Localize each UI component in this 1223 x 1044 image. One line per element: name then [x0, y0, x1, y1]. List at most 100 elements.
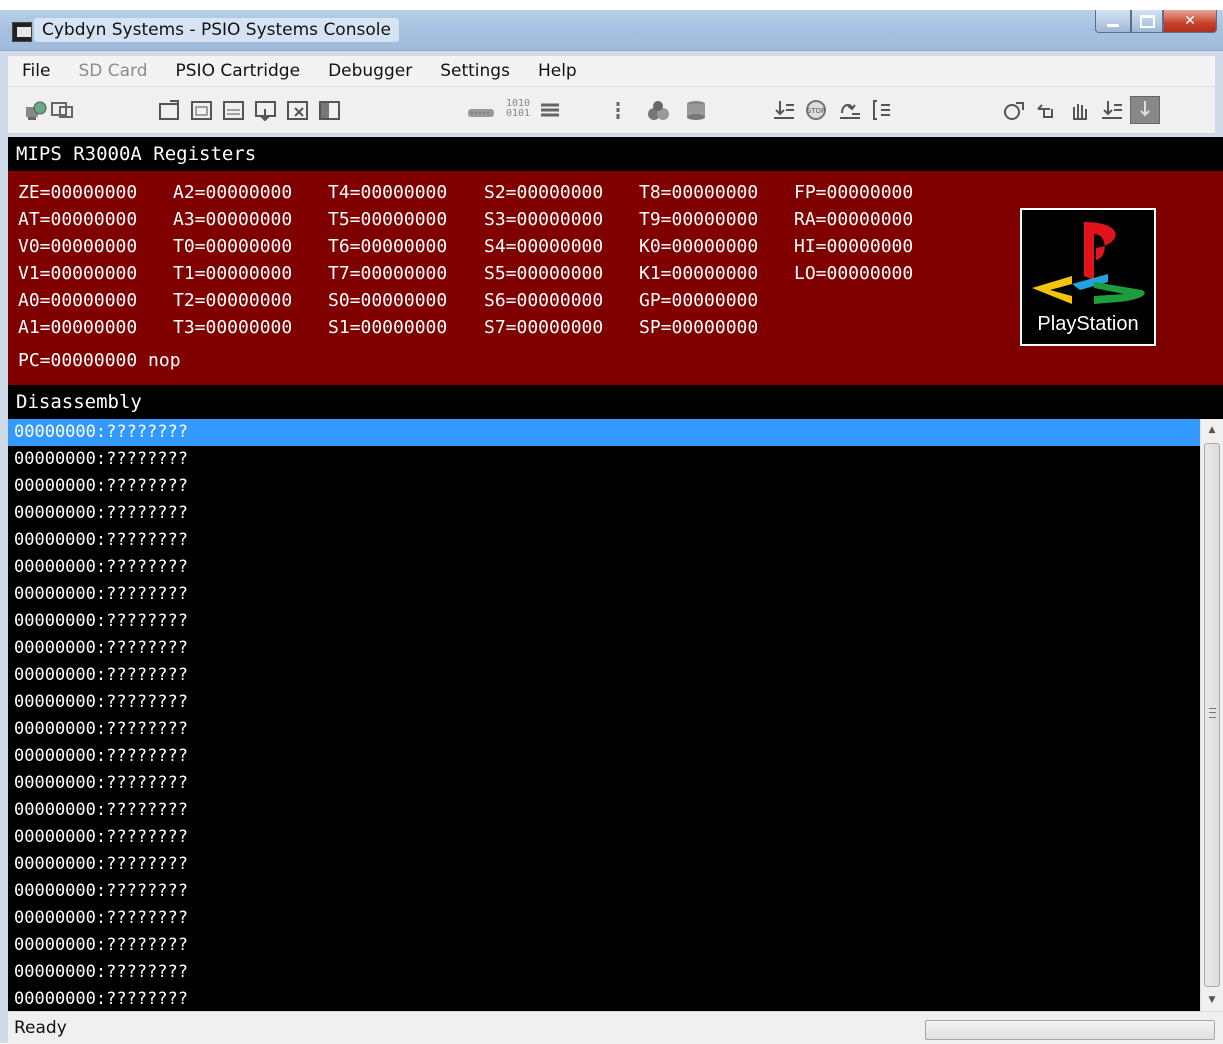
minimize-button[interactable] [1095, 10, 1131, 33]
register-value: T8=00000000 [639, 182, 759, 203]
menu-debugger[interactable]: Debugger [314, 61, 426, 81]
register-value: S1=00000000 [328, 317, 448, 338]
close-button[interactable]: ✕ [1163, 10, 1217, 33]
pc-register: PC=00000000 nop [18, 350, 181, 371]
register-value: A3=00000000 [173, 209, 293, 230]
disassembly-line[interactable]: 00000000:???????? [8, 419, 1200, 446]
playstation-logo: PlayStation [1020, 208, 1156, 346]
disassembly-line[interactable]: 00000000:???????? [8, 473, 1200, 500]
close-icon: ✕ [1184, 13, 1196, 29]
menu-file[interactable]: File [8, 61, 64, 81]
register-value: S6=00000000 [484, 290, 604, 311]
registers-panel: PC=00000000 nop PlayStation ZE=00000000 A… [8, 171, 1223, 385]
menu-sd-card[interactable]: SD Card [64, 61, 161, 81]
scroll-thumb[interactable] [1204, 443, 1220, 987]
disassembly-line[interactable]: 00000000:???????? [8, 932, 1200, 959]
register-value: T6=00000000 [328, 236, 448, 257]
scroll-down-icon[interactable]: ▼ [1201, 991, 1223, 1009]
disassembly-line[interactable]: 00000000:???????? [8, 905, 1200, 932]
disassembly-line[interactable]: 00000000:???????? [8, 554, 1200, 581]
maximize-button[interactable] [1131, 10, 1163, 33]
step-line-icon[interactable] [1100, 99, 1124, 121]
register-value: S0=00000000 [328, 290, 448, 311]
window-layout-icon[interactable] [318, 99, 342, 121]
register-value: S2=00000000 [484, 182, 604, 203]
app-window: Cybdyn Systems - PSIO Systems Console ✕ … [0, 10, 1223, 1044]
disassembly-line[interactable]: 00000000:???????? [8, 581, 1200, 608]
register-value: T7=00000000 [328, 263, 448, 284]
scroll-up-icon[interactable]: ▲ [1201, 421, 1223, 439]
disassembly-line[interactable]: 00000000:???????? [8, 689, 1200, 716]
database-icon[interactable] [684, 99, 708, 121]
disassembly-line[interactable]: 00000000:???????? [8, 878, 1200, 905]
register-value: LO=00000000 [794, 263, 914, 284]
disassembly-line[interactable]: 00000000:???????? [8, 662, 1200, 689]
register-value: T2=00000000 [173, 290, 293, 311]
register-value: AT=00000000 [18, 209, 138, 230]
register-value: S4=00000000 [484, 236, 604, 257]
register-value: A2=00000000 [173, 182, 293, 203]
register-value: ZE=00000000 [18, 182, 138, 203]
register-value: S3=00000000 [484, 209, 604, 230]
step-into-icon[interactable] [772, 99, 796, 121]
register-value: K0=00000000 [639, 236, 759, 257]
vertical-scrollbar[interactable]: ▲ ▼ [1200, 419, 1223, 1011]
disassembly-heading: Disassembly [8, 385, 1223, 419]
toolbar: 1010 0101 STOP [8, 87, 1215, 134]
title-bar[interactable]: Cybdyn Systems - PSIO Systems Console ✕ [0, 10, 1223, 51]
stop-icon[interactable]: STOP [804, 99, 828, 121]
disassembly-line[interactable]: 00000000:???????? [8, 851, 1200, 878]
caption-buttons: ✕ [1095, 10, 1217, 33]
step-over-icon[interactable] [838, 99, 862, 121]
disassembly-line[interactable]: 00000000:???????? [8, 716, 1200, 743]
register-value: T3=00000000 [173, 317, 293, 338]
disassembly-line[interactable]: 00000000:???????? [8, 500, 1200, 527]
disassembly-line[interactable]: 00000000:???????? [8, 608, 1200, 635]
screenshot-icon[interactable] [254, 99, 278, 122]
disassembly-line[interactable]: 00000000:???????? [8, 527, 1200, 554]
run-to-cursor-icon[interactable] [1002, 99, 1026, 121]
breakpoint-cubes-icon[interactable] [646, 99, 670, 121]
disassembly-line[interactable]: 00000000:???????? [8, 743, 1200, 770]
pause-icon[interactable] [1130, 96, 1160, 124]
register-value: S5=00000000 [484, 263, 604, 284]
hex-format-icon[interactable]: 1010 0101 [502, 99, 534, 121]
menu-help[interactable]: Help [524, 61, 591, 81]
disassembly-line[interactable]: 00000000:???????? [8, 446, 1200, 473]
disassembly-line[interactable]: 00000000:???????? [8, 635, 1200, 662]
list-icon[interactable] [538, 99, 562, 121]
disassembly-line[interactable]: 00000000:???????? [8, 824, 1200, 851]
pointer-icon[interactable] [1034, 99, 1058, 121]
close-window-icon[interactable] [286, 99, 310, 121]
menu-settings[interactable]: Settings [426, 61, 524, 81]
progress-bar [925, 1020, 1215, 1040]
vram-window-icon[interactable] [222, 99, 246, 121]
minimize-icon [1107, 23, 1119, 27]
playstation-logo-text: PlayStation [1037, 313, 1139, 335]
disassembly-line[interactable]: 00000000:???????? [8, 797, 1200, 824]
disassembly-list[interactable]: 00000000:???????? 00000000:???????? 000000… [8, 419, 1200, 1011]
app-icon [12, 22, 32, 42]
menu-psio-cartridge[interactable]: PSIO Cartridge [162, 61, 315, 81]
hand-icon[interactable] [1068, 99, 1092, 121]
open-window-icon[interactable] [158, 99, 182, 121]
maximize-icon [1139, 14, 1155, 28]
register-value: K1=00000000 [639, 263, 759, 284]
register-value: A0=00000000 [18, 290, 138, 311]
register-value: V0=00000000 [18, 236, 138, 257]
status-text: Ready [14, 1018, 67, 1038]
connect-icon[interactable] [24, 99, 48, 121]
register-value: SP=00000000 [639, 317, 759, 338]
column-icon[interactable] [606, 99, 630, 121]
binary-view-icon[interactable] [466, 99, 496, 121]
disassembly-line[interactable]: 00000000:???????? [8, 959, 1200, 986]
disconnect-icon[interactable] [50, 99, 74, 121]
step-out-icon[interactable] [870, 99, 894, 121]
register-value: T5=00000000 [328, 209, 448, 230]
register-value: RA=00000000 [794, 209, 914, 230]
memory-window-icon[interactable] [190, 99, 214, 121]
disassembly-line[interactable]: 00000000:???????? [8, 770, 1200, 797]
disassembly-line[interactable]: 00000000:???????? [8, 986, 1200, 1011]
status-bar: Ready [8, 1011, 1223, 1044]
svg-text:STOP: STOP [807, 107, 825, 115]
